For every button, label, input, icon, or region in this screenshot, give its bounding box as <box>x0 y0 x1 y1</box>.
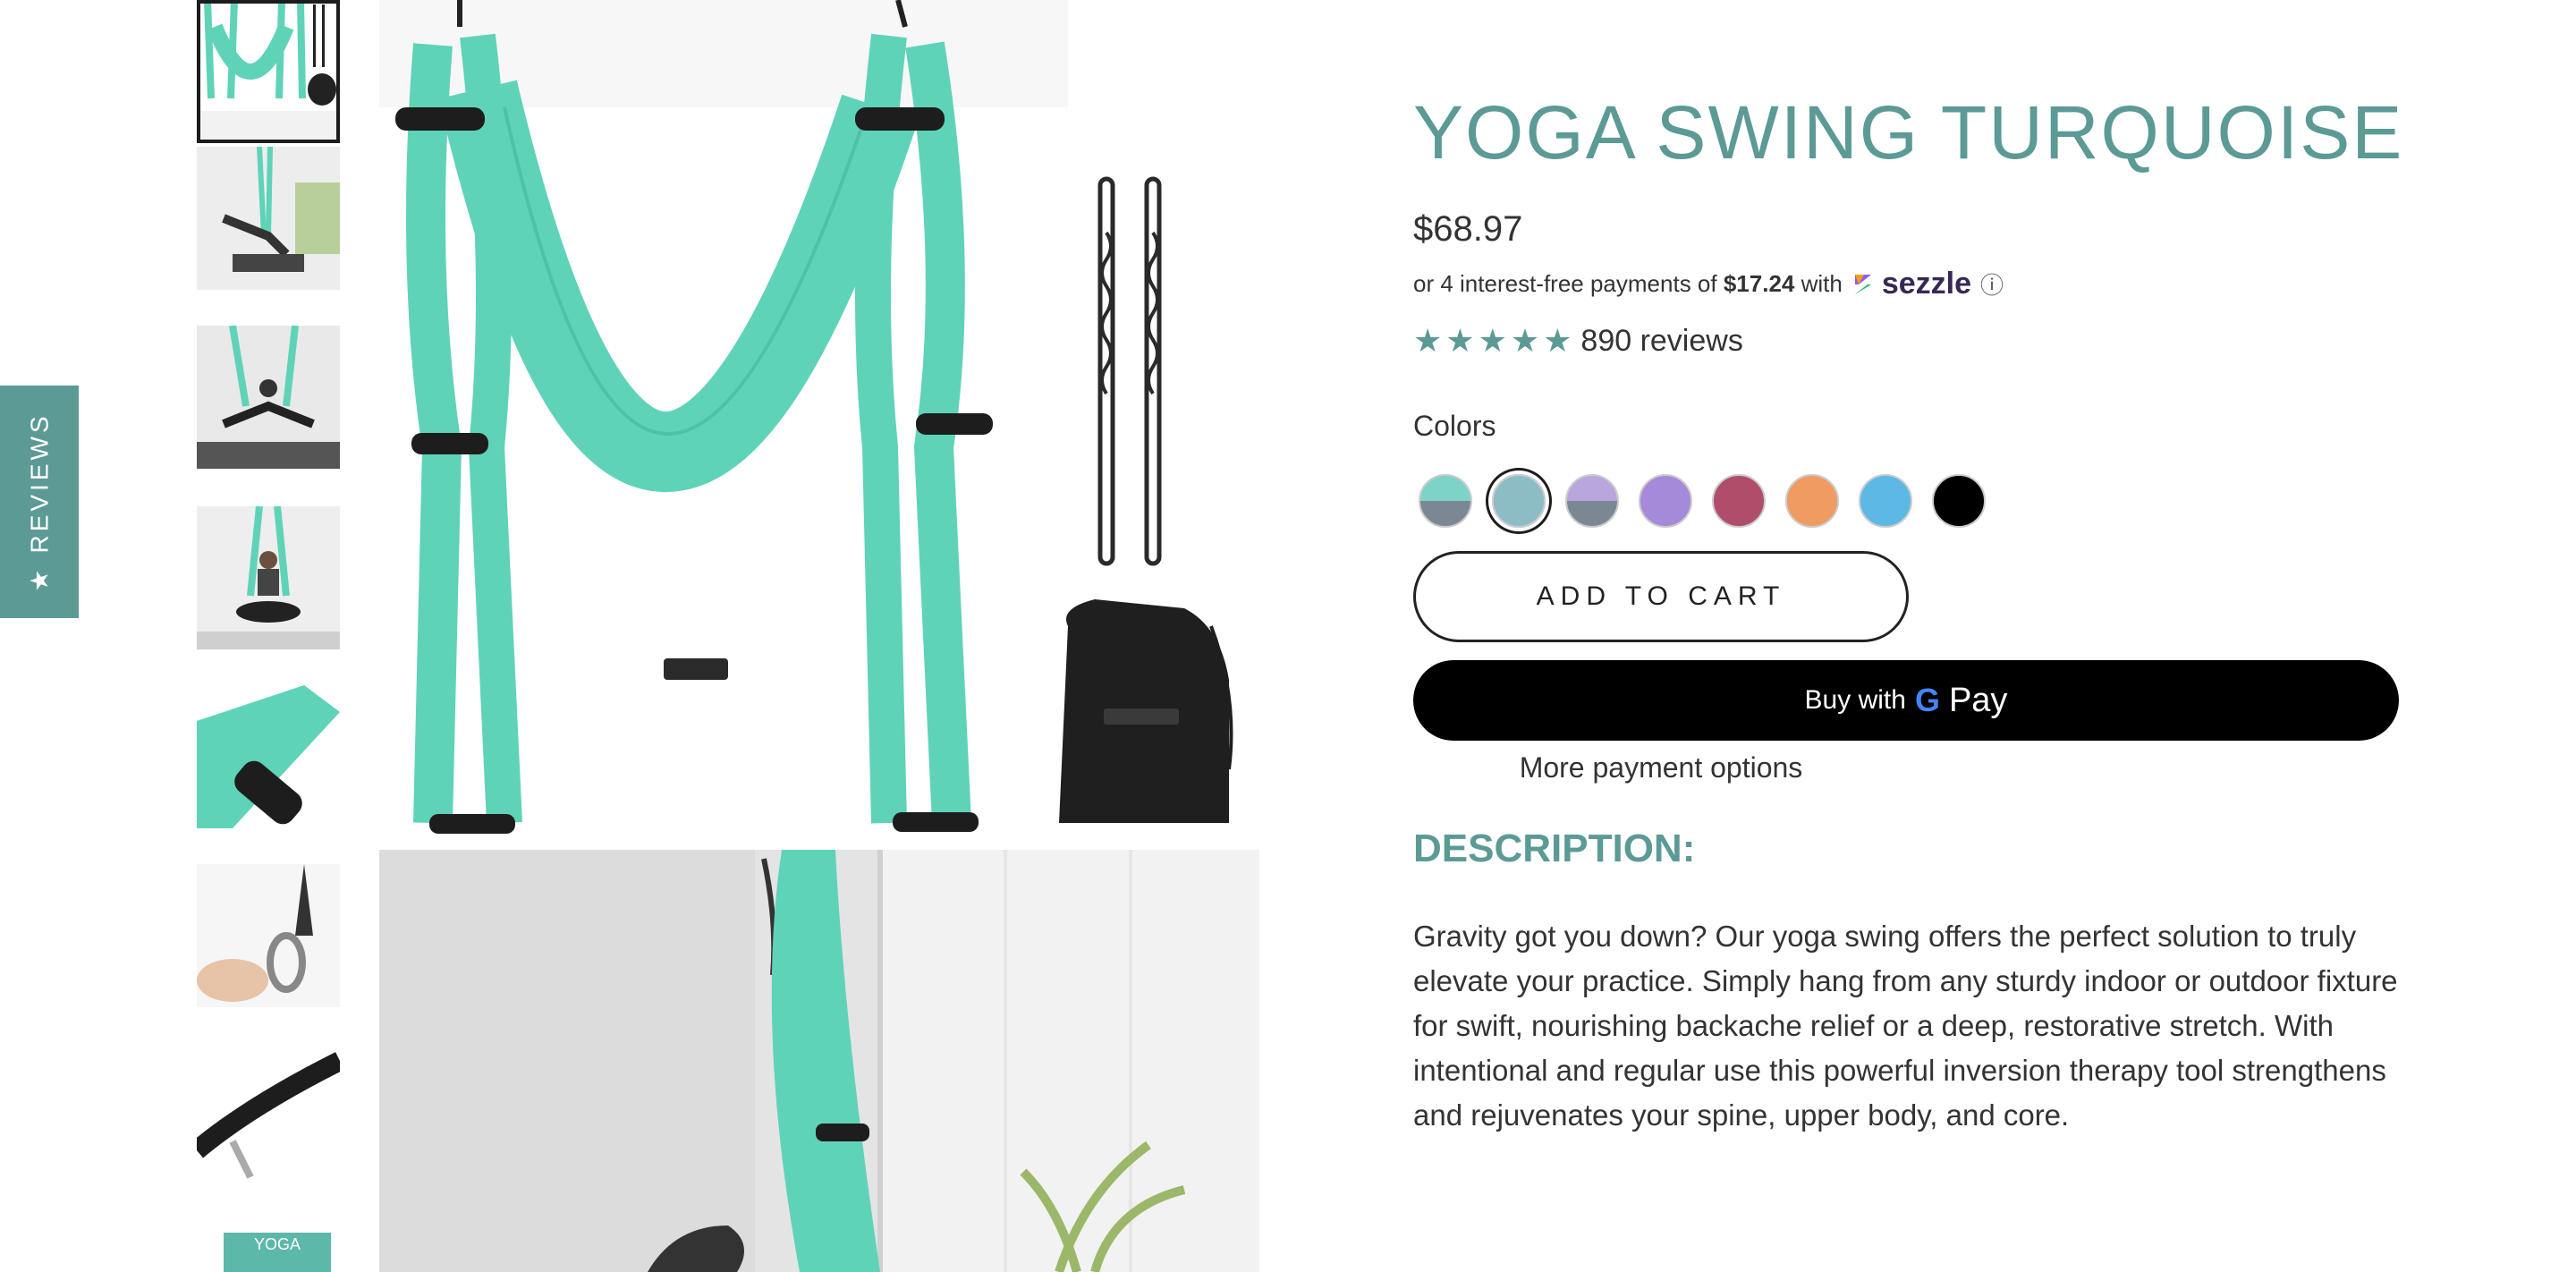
description-heading: DESCRIPTION: <box>1413 827 1696 870</box>
more-payment-options-link[interactable]: More payment options <box>1413 751 1909 784</box>
gpay-prefix: Buy with <box>1804 685 1906 715</box>
handle-thumbnail-image <box>197 685 340 828</box>
sezzle-prefix: or 4 interest-free payments of <box>1413 270 1717 297</box>
yoga-swing-thumbnail-image <box>197 0 340 111</box>
thumbnail-2[interactable] <box>197 147 340 290</box>
yoga-box-label: YOGA <box>224 1233 331 1272</box>
sezzle-logo[interactable]: sezzle <box>1850 267 1971 301</box>
thumbnail-8[interactable]: YOGA <box>197 1233 340 1272</box>
product-description: Gravity got you down? Our yoga swing off… <box>1413 920 2398 1132</box>
lifestyle-photo-illustration <box>379 850 1259 1272</box>
color-swatch-7[interactable] <box>1859 474 1912 528</box>
star-icon: ★ <box>1478 322 1507 359</box>
color-swatches <box>1419 474 1986 528</box>
sezzle-amount: $17.24 <box>1723 270 1795 297</box>
reviews-side-tab[interactable]: ★ REVIEWS <box>0 386 79 618</box>
carabiner-thumbnail-image <box>197 864 340 1007</box>
google-pay-button[interactable]: Buy with G Pay <box>1413 660 2399 741</box>
sezzle-with: with <box>1801 270 1843 297</box>
google-g-icon: G <box>1914 682 1940 718</box>
color-swatch-5[interactable] <box>1712 474 1766 528</box>
color-swatch-8[interactable] <box>1932 474 1986 528</box>
main-product-image[interactable] <box>379 0 1259 841</box>
rating-stars: ★ ★ ★ ★ ★ <box>1413 322 1572 360</box>
color-swatch-6[interactable] <box>1785 474 1839 528</box>
star-icon: ★ <box>25 565 54 592</box>
lifestyle-thumbnail-image <box>197 506 340 649</box>
lifestyle-thumbnail-image <box>197 326 340 469</box>
lifestyle-image[interactable] <box>379 850 1259 1272</box>
thumbnail-4[interactable] <box>197 506 340 649</box>
product-title: YOGA SWING TURQUOISE <box>1413 90 2404 174</box>
gpay-pay-text: Pay <box>1948 681 2008 719</box>
thumbnail-5[interactable] <box>197 685 340 828</box>
reviews-count: 890 reviews <box>1580 323 1743 358</box>
color-swatch-1[interactable] <box>1419 474 1472 528</box>
thumbnail-1[interactable] <box>197 0 340 143</box>
color-swatch-4[interactable] <box>1639 474 1692 528</box>
info-icon[interactable]: ⓘ <box>1980 267 2004 301</box>
colors-label: Colors <box>1413 410 1496 442</box>
star-icon: ★ <box>1413 322 1443 359</box>
star-icon: ★ <box>1543 322 1572 359</box>
product-rating[interactable]: ★ ★ ★ ★ ★ 890 reviews <box>1413 322 1743 360</box>
sezzle-installments: or 4 interest-free payments of $17.24 wi… <box>1413 267 2004 301</box>
sezzle-logo-icon <box>1854 274 1871 294</box>
lifestyle-thumbnail-image <box>197 147 340 290</box>
star-icon: ★ <box>1510 322 1540 359</box>
sezzle-brand: sezzle <box>1881 267 1972 301</box>
star-icon: ★ <box>1445 322 1475 359</box>
color-swatch-3[interactable] <box>1565 474 1619 528</box>
strap-thumbnail-image <box>197 1043 340 1186</box>
color-swatch-2[interactable] <box>1492 474 1546 528</box>
thumbnail-3[interactable] <box>197 326 340 469</box>
thumbnail-6[interactable] <box>197 864 340 1007</box>
reviews-tab-label: REVIEWS <box>25 411 53 554</box>
yoga-swing-product-illustration <box>379 0 1259 841</box>
add-to-cart-button[interactable]: ADD TO CART <box>1413 551 1909 642</box>
thumbnail-7[interactable] <box>197 1043 340 1186</box>
product-price: $68.97 <box>1413 209 1523 249</box>
